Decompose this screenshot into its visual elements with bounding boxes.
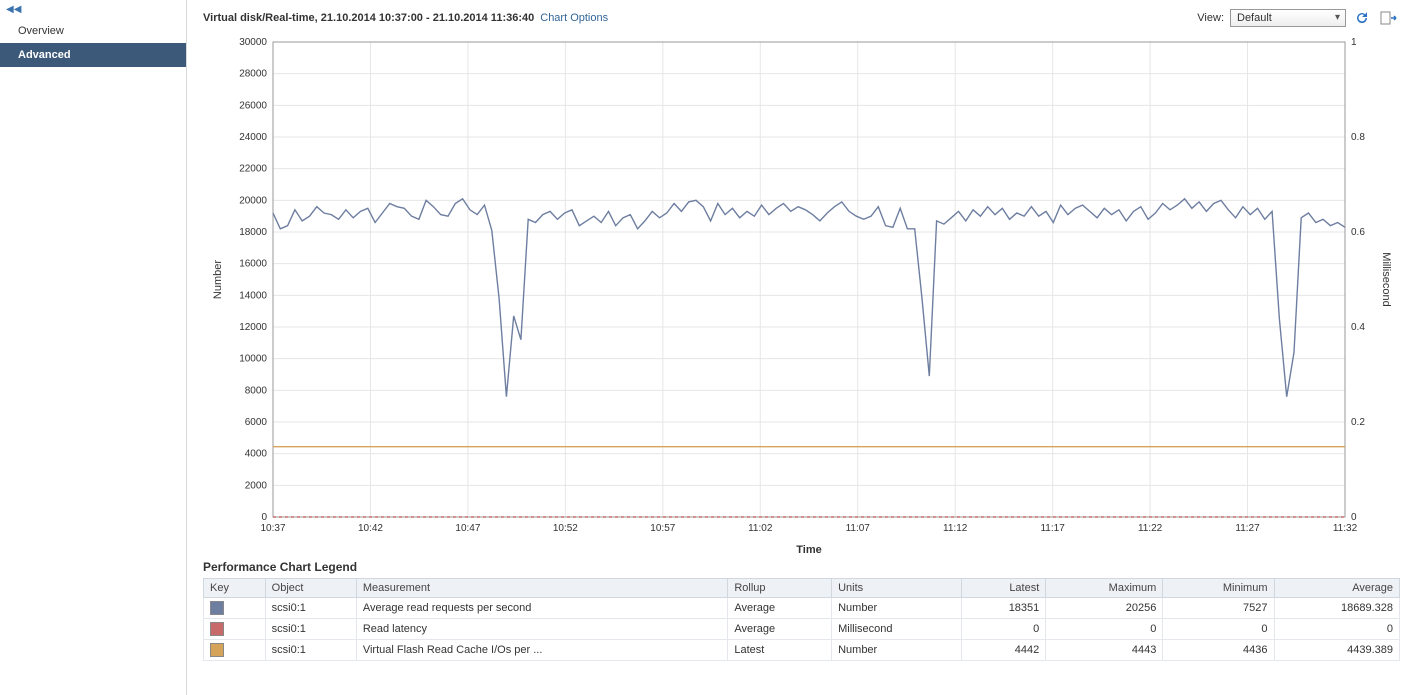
legend-swatch <box>210 643 224 657</box>
legend-col-latest[interactable]: Latest <box>962 579 1046 598</box>
legend-col-rollup[interactable]: Rollup <box>728 579 832 598</box>
cell-units: Number <box>832 598 962 619</box>
svg-text:11:27: 11:27 <box>1235 523 1260 534</box>
svg-text:10:57: 10:57 <box>650 523 675 534</box>
legend-col-measurement[interactable]: Measurement <box>356 579 728 598</box>
svg-text:0.8: 0.8 <box>1351 132 1365 143</box>
chart-area: 0 2000 4000 6000 8000 10000 12000 14000 16000 180… <box>203 34 1400 554</box>
svg-text:28000: 28000 <box>239 69 267 80</box>
cell-maximum: 20256 <box>1046 598 1163 619</box>
svg-text:10:52: 10:52 <box>553 523 578 534</box>
svg-text:10000: 10000 <box>239 354 267 365</box>
main-panel: Virtual disk/Real-time, 21.10.2014 10:37… <box>187 0 1412 695</box>
refresh-icon[interactable] <box>1352 8 1372 28</box>
svg-text:6000: 6000 <box>245 417 268 428</box>
cell-measurement: Virtual Flash Read Cache I/Os per ... <box>356 640 728 661</box>
svg-text:2000: 2000 <box>245 480 268 491</box>
cell-latest: 18351 <box>962 598 1046 619</box>
table-row[interactable]: scsi0:1Virtual Flash Read Cache I/Os per… <box>204 640 1400 661</box>
cell-object: scsi0:1 <box>265 640 356 661</box>
collapse-sidebar-button[interactable]: ◀◀ <box>0 0 27 19</box>
svg-text:11:02: 11:02 <box>748 523 773 534</box>
svg-text:0.4: 0.4 <box>1351 322 1365 333</box>
legend-col-maximum[interactable]: Maximum <box>1046 579 1163 598</box>
svg-text:11:07: 11:07 <box>846 523 871 534</box>
svg-text:0: 0 <box>1351 512 1357 523</box>
table-row[interactable]: scsi0:1Read latencyAverageMillisecond000… <box>204 619 1400 640</box>
svg-text:11:22: 11:22 <box>1138 523 1163 534</box>
legend-col-units[interactable]: Units <box>832 579 962 598</box>
cell-units: Number <box>832 640 962 661</box>
sidebar: ◀◀ OverviewAdvanced <box>0 0 187 695</box>
cell-latest: 0 <box>962 619 1046 640</box>
svg-text:0.2: 0.2 <box>1351 417 1365 428</box>
legend-col-object[interactable]: Object <box>265 579 356 598</box>
cell-rollup: Average <box>728 619 832 640</box>
table-row[interactable]: scsi0:1Average read requests per secondA… <box>204 598 1400 619</box>
view-select[interactable]: Default <box>1230 9 1346 27</box>
cell-measurement: Read latency <box>356 619 728 640</box>
svg-text:26000: 26000 <box>239 100 267 111</box>
line-chart: 0 2000 4000 6000 8000 10000 12000 14000 16000 180… <box>203 34 1393 559</box>
chart-options-link[interactable]: Chart Options <box>540 12 608 24</box>
chart-title: Virtual disk/Real-time, 21.10.2014 10:37… <box>203 12 534 24</box>
legend-table: KeyObjectMeasurementRollupUnitsLatestMax… <box>203 578 1400 661</box>
legend-col-average[interactable]: Average <box>1274 579 1399 598</box>
cell-maximum: 0 <box>1046 619 1163 640</box>
svg-text:11:12: 11:12 <box>943 523 968 534</box>
cell-rollup: Average <box>728 598 832 619</box>
sidebar-item-advanced[interactable]: Advanced <box>0 43 186 67</box>
cell-object: scsi0:1 <box>265 598 356 619</box>
legend-col-key[interactable]: Key <box>204 579 266 598</box>
svg-text:0.6: 0.6 <box>1351 227 1365 238</box>
svg-text:16000: 16000 <box>239 259 267 270</box>
svg-text:14000: 14000 <box>239 290 267 301</box>
sidebar-item-overview[interactable]: Overview <box>0 19 186 43</box>
cell-latest: 4442 <box>962 640 1046 661</box>
svg-text:24000: 24000 <box>239 132 267 143</box>
view-label: View: <box>1197 12 1224 24</box>
svg-text:1: 1 <box>1351 37 1357 48</box>
svg-text:Time: Time <box>796 544 821 556</box>
cell-average: 18689.328 <box>1274 598 1399 619</box>
svg-text:8000: 8000 <box>245 385 268 396</box>
cell-rollup: Latest <box>728 640 832 661</box>
svg-text:Millisecond: Millisecond <box>1380 252 1392 306</box>
cell-average: 4439.389 <box>1274 640 1399 661</box>
legend-swatch <box>210 601 224 615</box>
svg-text:11:32: 11:32 <box>1333 523 1358 534</box>
svg-text:18000: 18000 <box>239 227 267 238</box>
cell-units: Millisecond <box>832 619 962 640</box>
cell-minimum: 0 <box>1163 619 1274 640</box>
svg-text:10:42: 10:42 <box>358 523 383 534</box>
svg-text:Number: Number <box>212 260 224 299</box>
cell-minimum: 7527 <box>1163 598 1274 619</box>
cell-measurement: Average read requests per second <box>356 598 728 619</box>
legend-col-minimum[interactable]: Minimum <box>1163 579 1274 598</box>
svg-text:10:47: 10:47 <box>455 523 480 534</box>
svg-text:11:17: 11:17 <box>1040 523 1065 534</box>
export-icon[interactable] <box>1378 8 1400 28</box>
cell-maximum: 4443 <box>1046 640 1163 661</box>
svg-text:10:37: 10:37 <box>260 523 285 534</box>
chart-header: Virtual disk/Real-time, 21.10.2014 10:37… <box>203 0 1400 34</box>
app-root: ◀◀ OverviewAdvanced Virtual disk/Real-ti… <box>0 0 1412 695</box>
svg-text:4000: 4000 <box>245 449 268 460</box>
cell-minimum: 4436 <box>1163 640 1274 661</box>
cell-average: 0 <box>1274 619 1399 640</box>
svg-text:12000: 12000 <box>239 322 267 333</box>
cell-object: scsi0:1 <box>265 619 356 640</box>
svg-text:30000: 30000 <box>239 37 267 48</box>
svg-text:20000: 20000 <box>239 195 267 206</box>
svg-text:22000: 22000 <box>239 164 267 175</box>
svg-text:0: 0 <box>261 512 267 523</box>
legend-swatch <box>210 622 224 636</box>
